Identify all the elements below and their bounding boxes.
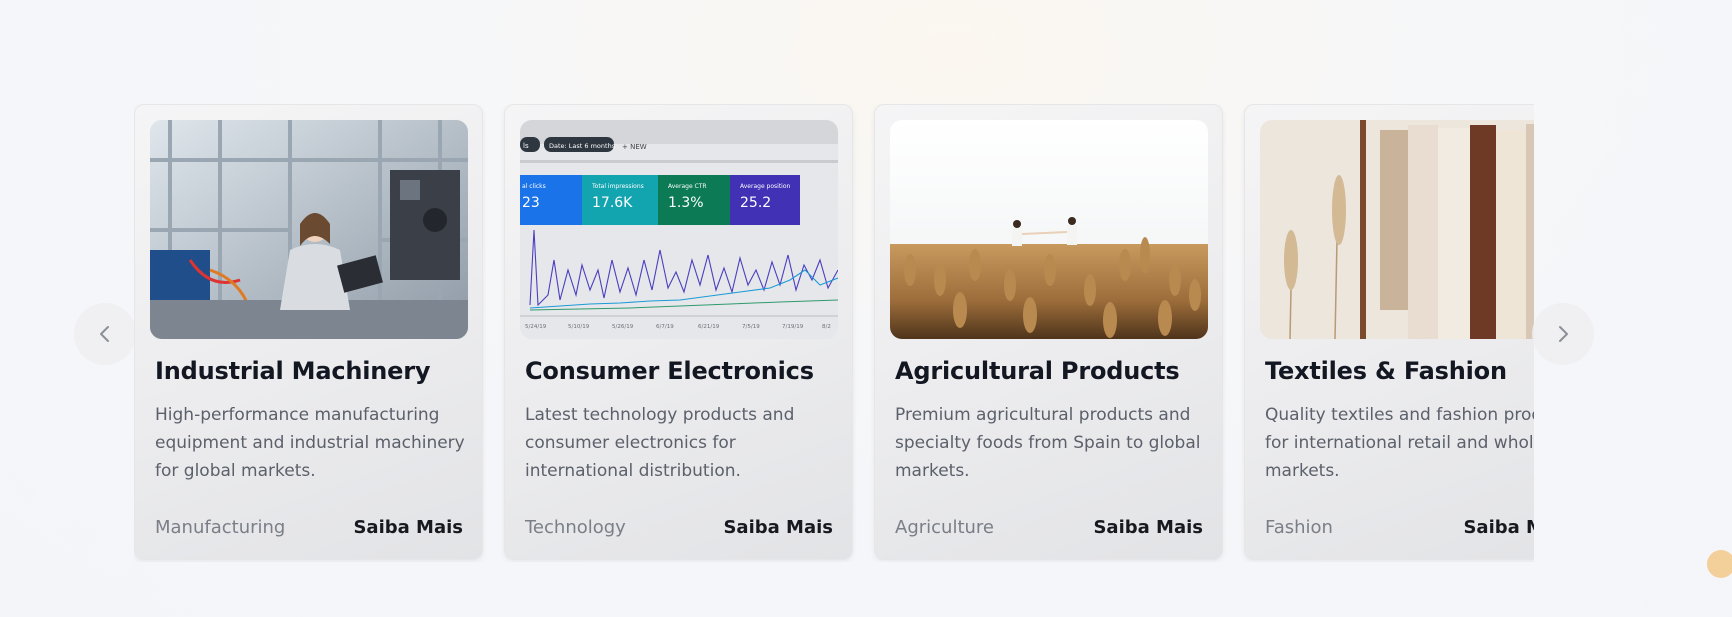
date-filter-chip: Date: Last 6 months: [549, 142, 616, 150]
date-tick: 5/24/19: [525, 324, 547, 330]
card-title: Agricultural Products: [895, 357, 1180, 385]
new-chip: + NEW: [622, 143, 647, 151]
learn-more-link[interactable]: Saiba Mais: [1093, 517, 1203, 538]
product-card-textiles-fashion[interactable]: Textiles & Fashion Quality textiles and …: [1244, 104, 1534, 560]
learn-more-link[interactable]: Saiba Mais: [723, 517, 833, 538]
card-category: Fashion: [1265, 517, 1333, 538]
carousel-viewport: Industrial Machinery High-performance ma…: [134, 104, 1534, 562]
chevron-right-icon: [1559, 326, 1568, 342]
date-tick: 7/19/19: [782, 324, 804, 330]
metric-label: Average position: [740, 183, 791, 190]
card-description: Quality textiles and fashion products fo…: [1265, 405, 1534, 481]
card-footer: Fashion Saiba Mais: [1265, 517, 1534, 538]
card-title: Textiles & Fashion: [1265, 357, 1507, 385]
industrial-lab-photo: [150, 120, 468, 339]
date-tick: 5/10/19: [568, 324, 590, 330]
metric-label: Average CTR: [668, 183, 707, 190]
product-card-consumer-electronics[interactable]: ls Date: Last 6 months + NEW al clicks 2…: [504, 104, 853, 560]
learn-more-link[interactable]: Saiba Mais: [1463, 517, 1534, 538]
date-tick: 6/21/19: [698, 324, 720, 330]
carousel-next-button[interactable]: [1532, 303, 1594, 365]
product-card-industrial-machinery[interactable]: Industrial Machinery High-performance ma…: [134, 104, 483, 560]
date-tick: 7/5/19: [742, 324, 760, 330]
date-tick: 8/2: [822, 324, 831, 330]
product-carousel: Industrial Machinery High-performance ma…: [0, 0, 1732, 617]
metric-label: al clicks: [522, 183, 546, 190]
metric-value: 17.6K: [592, 195, 633, 211]
card-footer: Agriculture Saiba Mais: [895, 517, 1203, 538]
metric-value: 25.2: [740, 195, 771, 211]
card-category: Agriculture: [895, 517, 994, 538]
metric-label: Total impressions: [591, 183, 644, 190]
metric-value: 23: [522, 195, 540, 211]
floating-chat-button[interactable]: [1707, 550, 1732, 578]
carousel-prev-button[interactable]: [74, 303, 136, 365]
wheat-field-photo: [890, 120, 1208, 339]
date-tick: 6/7/19: [656, 324, 674, 330]
card-category: Manufacturing: [155, 517, 286, 538]
card-description: Latest technology products and consumer …: [525, 405, 795, 481]
chevron-left-icon: [100, 326, 109, 342]
card-footer: Technology Saiba Mais: [525, 517, 833, 538]
metric-value: 1.3%: [668, 195, 704, 211]
card-title: Consumer Electronics: [525, 357, 814, 385]
card-category: Technology: [525, 517, 626, 538]
card-description: High-performance manufacturing equipment…: [155, 405, 465, 481]
clothing-rack-photo: [1260, 120, 1534, 339]
analytics-dashboard-photo: ls Date: Last 6 months + NEW al clicks 2…: [520, 120, 838, 339]
card-footer: Manufacturing Saiba Mais: [155, 517, 463, 538]
date-tick: 5/26/19: [612, 324, 634, 330]
chip-left: ls: [523, 142, 529, 150]
product-card-agricultural-products[interactable]: Agricultural Products Premium agricultur…: [874, 104, 1223, 560]
learn-more-link[interactable]: Saiba Mais: [353, 517, 463, 538]
card-title: Industrial Machinery: [155, 357, 431, 385]
card-description: Premium agricultural products and specia…: [895, 405, 1201, 481]
